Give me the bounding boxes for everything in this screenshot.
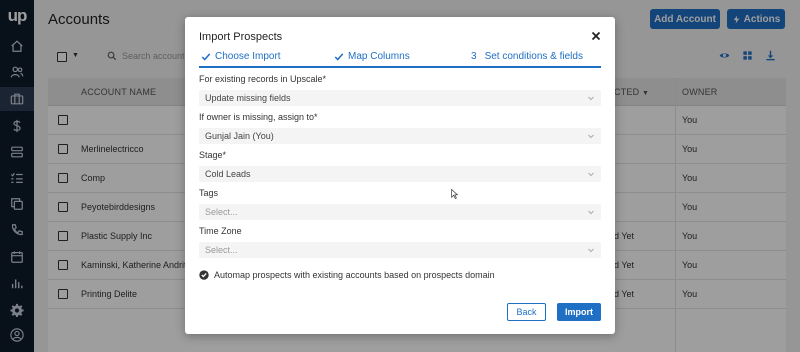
- back-button[interactable]: Back: [507, 303, 546, 321]
- chevron-down-icon: [588, 134, 594, 139]
- automap-label: Automap prospects with existing accounts…: [214, 270, 495, 280]
- mouse-cursor-icon: [451, 189, 458, 199]
- tags-select[interactable]: Select...: [199, 204, 601, 220]
- check-icon: [201, 52, 211, 61]
- select-value: Update missing fields: [205, 93, 291, 103]
- step-number: 3: [471, 51, 477, 62]
- select-value: Gunjal Jain (You): [205, 131, 274, 141]
- existing-records-label: For existing records in Upscale*: [199, 74, 327, 84]
- step-progress-bar: [199, 66, 601, 68]
- chevron-down-icon: [588, 172, 594, 177]
- step-label: Choose Import: [215, 51, 281, 62]
- close-icon[interactable]: [589, 29, 603, 43]
- time-zone-label: Time Zone: [199, 226, 242, 236]
- owner-assign-select[interactable]: Gunjal Jain (You): [199, 128, 601, 144]
- import-button[interactable]: Import: [557, 303, 601, 321]
- select-placeholder: Select...: [205, 207, 238, 217]
- select-placeholder: Select...: [205, 245, 238, 255]
- chevron-down-icon: [588, 210, 594, 215]
- chevron-down-icon: [588, 248, 594, 253]
- check-circle-icon[interactable]: [199, 270, 209, 280]
- import-steps: Choose Import Map Columns 3 Set conditio…: [199, 51, 601, 65]
- automap-option[interactable]: Automap prospects with existing accounts…: [199, 270, 495, 280]
- stage-label: Stage*: [199, 150, 227, 160]
- step-label: Set conditions & fields: [484, 51, 583, 62]
- step-choose-import[interactable]: Choose Import: [201, 51, 281, 62]
- stage-select[interactable]: Cold Leads: [199, 166, 601, 182]
- tags-label: Tags: [199, 188, 219, 198]
- step-map-columns[interactable]: Map Columns: [334, 51, 410, 62]
- existing-records-select[interactable]: Update missing fields: [199, 90, 601, 106]
- owner-missing-label: If owner is missing, assign to*: [199, 112, 318, 122]
- time-zone-select[interactable]: Select...: [199, 242, 601, 258]
- step-set-conditions[interactable]: 3 Set conditions & fields: [471, 51, 583, 62]
- import-prospects-modal: Import Prospects Choose Import Map Colum…: [185, 17, 615, 334]
- modal-title: Import Prospects: [199, 31, 283, 43]
- select-value: Cold Leads: [205, 169, 251, 179]
- check-icon: [334, 52, 344, 61]
- step-label: Map Columns: [348, 51, 410, 62]
- chevron-down-icon: [588, 96, 594, 101]
